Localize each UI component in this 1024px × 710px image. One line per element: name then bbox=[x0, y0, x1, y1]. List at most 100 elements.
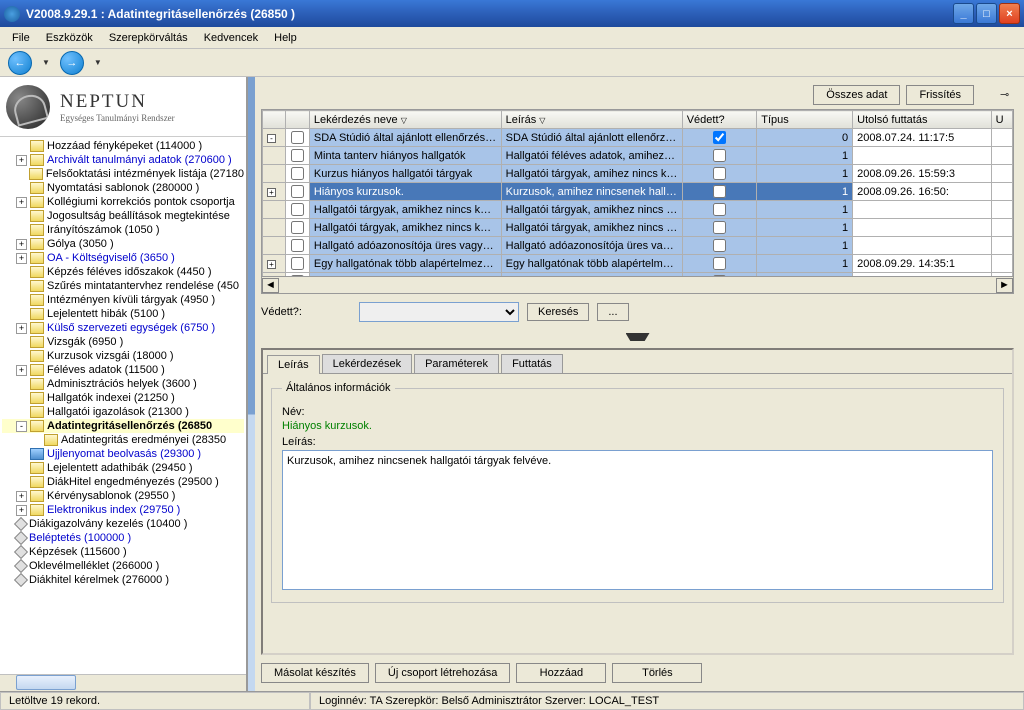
nav-forward-button[interactable]: → bbox=[60, 51, 84, 75]
cell-u[interactable] bbox=[991, 237, 1012, 255]
row-checkbox[interactable] bbox=[286, 147, 309, 165]
grid[interactable]: Lekérdezés neve ▽Leírás ▽Védett?TípusUto… bbox=[261, 109, 1014, 294]
panel-pull-handle[interactable] bbox=[626, 333, 650, 341]
scroll-right-icon[interactable]: ► bbox=[996, 278, 1013, 293]
desc-textarea[interactable]: Kurzusok, amihez nincsenek hallgatói tár… bbox=[282, 450, 993, 590]
row-checkbox[interactable] bbox=[286, 183, 309, 201]
cell-u[interactable] bbox=[991, 129, 1012, 147]
cell-u[interactable] bbox=[991, 201, 1012, 219]
cell-lastrun[interactable] bbox=[853, 237, 991, 255]
cell-protected[interactable] bbox=[682, 237, 757, 255]
expand-icon[interactable]: + bbox=[16, 505, 27, 516]
expand-icon[interactable]: + bbox=[16, 365, 27, 376]
tree-item[interactable]: -Adatintegritásellenőrzés (26850 bbox=[2, 419, 244, 433]
expand-icon[interactable]: + bbox=[16, 197, 27, 208]
row-checkbox[interactable] bbox=[286, 255, 309, 273]
row-expand[interactable]: - bbox=[263, 129, 286, 147]
cell-lastrun[interactable] bbox=[853, 219, 991, 237]
expand-icon[interactable]: + bbox=[16, 239, 27, 250]
cell-lastrun[interactable]: 2008.07.24. 11:17:5 bbox=[853, 129, 991, 147]
cell-desc[interactable]: Hallgató adóazonosítója üres vagy hib bbox=[501, 237, 682, 255]
cell-name[interactable]: Egy hallgatónak több alapértelmezett t bbox=[309, 255, 501, 273]
cell-name[interactable]: Hallgató adóazonosítója üres vagy hib bbox=[309, 237, 501, 255]
tree-item[interactable]: Képzések (115600 ) bbox=[2, 545, 244, 559]
row-expand[interactable] bbox=[263, 201, 286, 219]
cell-desc[interactable]: Hallgatói tárgyak, amihez nincs kurzu bbox=[501, 165, 682, 183]
delete-button[interactable]: Törlés bbox=[612, 663, 702, 683]
grid-row[interactable]: Hallgató adóazonosítója üres vagy hibHal… bbox=[263, 237, 1013, 255]
cell-name[interactable]: Hiányos kurzusok. bbox=[309, 183, 501, 201]
tree-item[interactable]: Lejelentett hibák (5100 ) bbox=[2, 307, 244, 321]
cell-name[interactable]: Minta tanterv hiányos hallgatók bbox=[309, 147, 501, 165]
cell-lastrun[interactable]: 2008.09.29. 14:35:1 bbox=[853, 255, 991, 273]
search-button[interactable]: Keresés bbox=[527, 303, 589, 321]
menu-file[interactable]: File bbox=[4, 30, 38, 46]
tree-item[interactable]: Diákhitel kérelmek (276000 ) bbox=[2, 573, 244, 587]
cell-u[interactable] bbox=[991, 219, 1012, 237]
grid-row[interactable]: Minta tanterv hiányos hallgatókHallgatói… bbox=[263, 147, 1013, 165]
tree-item[interactable]: Szűrés mintatantervhez rendelése (450 bbox=[2, 279, 244, 293]
tree-item[interactable]: Nyomtatási sablonok (280000 ) bbox=[2, 181, 244, 195]
cell-type[interactable]: 1 bbox=[757, 147, 853, 165]
cell-desc[interactable]: Hallgatói tárgyak, amikhez nincs kurzu bbox=[501, 219, 682, 237]
nav-back-dropdown-icon[interactable]: ▼ bbox=[42, 58, 50, 67]
cell-type[interactable]: 1 bbox=[757, 237, 853, 255]
tree-item[interactable]: DiákHitel engedményezés (29500 ) bbox=[2, 475, 244, 489]
row-expand[interactable] bbox=[263, 237, 286, 255]
close-button[interactable]: × bbox=[999, 3, 1020, 24]
cell-desc[interactable]: Egy hallgatónak több alapértelmezett t bbox=[501, 255, 682, 273]
grid-header[interactable] bbox=[286, 111, 309, 129]
tree-item[interactable]: +Gólya (3050 ) bbox=[2, 237, 244, 251]
grid-header[interactable]: Típus bbox=[757, 111, 853, 129]
expand-icon[interactable]: + bbox=[16, 323, 27, 334]
tree-item[interactable]: Felsőoktatási intézmények listája (27180 bbox=[2, 167, 244, 181]
more-filter-button[interactable]: ... bbox=[597, 303, 628, 321]
cell-lastrun[interactable]: 2008.09.26. 15:59:3 bbox=[853, 165, 991, 183]
tree-item[interactable]: Intézményen kívüli tárgyak (4950 ) bbox=[2, 293, 244, 307]
grid-header[interactable]: Lekérdezés neve ▽ bbox=[309, 111, 501, 129]
cell-u[interactable] bbox=[991, 165, 1012, 183]
grid-header[interactable]: Leírás ▽ bbox=[501, 111, 682, 129]
cell-lastrun[interactable] bbox=[853, 201, 991, 219]
tree-item[interactable]: Beléptetés (100000 ) bbox=[2, 531, 244, 545]
cell-lastrun[interactable] bbox=[853, 147, 991, 165]
row-checkbox[interactable] bbox=[286, 165, 309, 183]
cell-name[interactable]: Hallgatói tárgyak, amikhez nincs kurzu bbox=[309, 201, 501, 219]
nav-forward-dropdown-icon[interactable]: ▼ bbox=[94, 58, 102, 67]
expand-icon[interactable]: + bbox=[16, 253, 27, 264]
all-data-button[interactable]: Összes adat bbox=[813, 85, 900, 105]
tree-item[interactable]: Adminisztrációs helyek (3600 ) bbox=[2, 377, 244, 391]
tab-run[interactable]: Futtatás bbox=[501, 354, 563, 373]
tree-item[interactable]: +Archivált tanulmányi adatok (270600 ) bbox=[2, 153, 244, 167]
minimize-button[interactable]: _ bbox=[953, 3, 974, 24]
grid-row[interactable]: Hallgatói tárgyak, amikhez nincs kurzuHa… bbox=[263, 201, 1013, 219]
grid-header[interactable] bbox=[263, 111, 286, 129]
cell-type[interactable]: 0 bbox=[757, 129, 853, 147]
cell-protected[interactable] bbox=[682, 129, 757, 147]
grid-header[interactable]: Védett? bbox=[682, 111, 757, 129]
grid-row[interactable]: +Hiányos kurzusok.Kurzusok, amihez nincs… bbox=[263, 183, 1013, 201]
cell-type[interactable]: 1 bbox=[757, 165, 853, 183]
tree-view[interactable]: Hozzáad fényképeket (114000 )+Archivált … bbox=[0, 137, 246, 674]
refresh-button[interactable]: Frissítés bbox=[906, 85, 974, 105]
cell-protected[interactable] bbox=[682, 147, 757, 165]
tree-item[interactable]: +Elektronikus index (29750 ) bbox=[2, 503, 244, 517]
tree-item[interactable]: Kurzusok vizsgái (18000 ) bbox=[2, 349, 244, 363]
cell-desc[interactable]: Kurzusok, amihez nincsenek hallgató bbox=[501, 183, 682, 201]
tree-hscrollbar[interactable] bbox=[0, 674, 246, 691]
menu-role[interactable]: Szerepkörváltás bbox=[101, 30, 196, 46]
cell-protected[interactable] bbox=[682, 201, 757, 219]
tree-item[interactable]: Hallgatók indexei (21250 ) bbox=[2, 391, 244, 405]
grid-row[interactable]: -SDA Stúdió által ajánlott ellenőrzésekS… bbox=[263, 129, 1013, 147]
cell-u[interactable] bbox=[991, 255, 1012, 273]
cell-desc[interactable]: Hallgatói féléves adatok, amihez nincs bbox=[501, 147, 682, 165]
tab-parameters[interactable]: Paraméterek bbox=[414, 354, 499, 373]
tree-item[interactable]: Hozzáad fényképeket (114000 ) bbox=[2, 139, 244, 153]
scroll-left-icon[interactable]: ◄ bbox=[262, 278, 279, 293]
cell-lastrun[interactable]: 2008.09.26. 16:50: bbox=[853, 183, 991, 201]
tree-item[interactable]: +OA - Költségviselő (3650 ) bbox=[2, 251, 244, 265]
cell-name[interactable]: Hallgatói tárgyak, amikhez nincs kurzu bbox=[309, 219, 501, 237]
cell-desc[interactable]: SDA Stúdió által ajánlott ellenőrzések bbox=[501, 129, 682, 147]
grid-row[interactable]: +Egy hallgatónak több alapértelmezett tE… bbox=[263, 255, 1013, 273]
filter-select[interactable] bbox=[359, 302, 519, 322]
